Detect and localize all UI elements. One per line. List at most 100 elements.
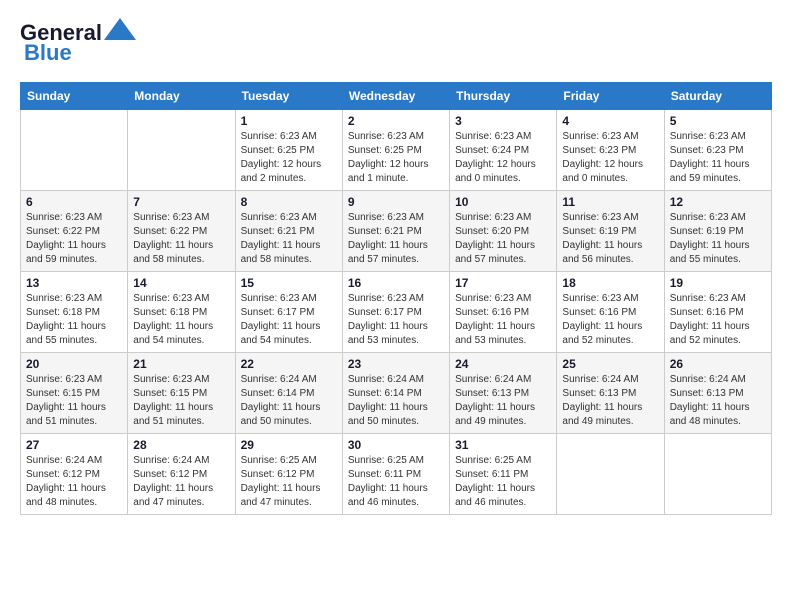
day-number: 5 xyxy=(670,114,766,128)
calendar-cell: 26Sunrise: 6:24 AM Sunset: 6:13 PM Dayli… xyxy=(664,353,771,434)
calendar-cell: 6 Sunrise: 6:23 AM Sunset: 6:22 PM Daylig… xyxy=(21,191,128,272)
day-info: Sunrise: 6:25 AM Sunset: 6:12 PM Dayligh… xyxy=(241,454,337,510)
day-number: 1 xyxy=(241,114,337,128)
logo-blue: Blue xyxy=(24,40,72,66)
day-info: Sunrise: 6:23 AM Sunset: 6:23 PM Dayligh… xyxy=(670,130,766,186)
day-info: Sunrise: 6:23 AM Sunset: 6:15 PM Dayligh… xyxy=(26,373,122,429)
weekday-header: Wednesday xyxy=(342,83,449,110)
day-number: 23 xyxy=(348,357,444,371)
day-info: Sunrise: 6:23 AM Sunset: 6:25 PM Dayligh… xyxy=(241,130,337,186)
calendar-cell: 23 Sunrise: 6:24 AM Sunset: 6:14 PM Dayli… xyxy=(342,353,449,434)
calendar-table: SundayMondayTuesdayWednesdayThursdayFrid… xyxy=(20,82,772,515)
day-number: 8 xyxy=(241,195,337,209)
calendar-cell: 1 Sunrise: 6:23 AM Sunset: 6:25 PM Daylig… xyxy=(235,110,342,191)
day-info: Sunrise: 6:23 AM Sunset: 6:23 PM Dayligh… xyxy=(562,130,658,186)
calendar-week-row: 13 Sunrise: 6:23 AM Sunset: 6:18 PM Dayli… xyxy=(21,272,772,353)
calendar-cell: 21 Sunrise: 6:23 AM Sunset: 6:15 PM Dayli… xyxy=(128,353,235,434)
calendar-cell: 14 Sunrise: 6:23 AM Sunset: 6:18 PM Dayli… xyxy=(128,272,235,353)
day-info: Sunrise: 6:23 AM Sunset: 6:22 PM Dayligh… xyxy=(26,211,122,267)
day-number: 18 xyxy=(562,276,658,290)
calendar-cell: 10 Sunrise: 6:23 AM Sunset: 6:20 PM Dayli… xyxy=(450,191,557,272)
day-number: 24 xyxy=(455,357,551,371)
day-info: Sunrise: 6:23 AM Sunset: 6:16 PM Dayligh… xyxy=(455,292,551,348)
day-number: 15 xyxy=(241,276,337,290)
day-number: 25 xyxy=(562,357,658,371)
calendar-cell: 25Sunrise: 6:24 AM Sunset: 6:13 PM Dayli… xyxy=(557,353,664,434)
day-number: 22 xyxy=(241,357,337,371)
day-info: Sunrise: 6:23 AM Sunset: 6:19 PM Dayligh… xyxy=(670,211,766,267)
calendar-cell: 22 Sunrise: 6:24 AM Sunset: 6:14 PM Dayli… xyxy=(235,353,342,434)
calendar-cell: 16 Sunrise: 6:23 AM Sunset: 6:17 PM Dayli… xyxy=(342,272,449,353)
day-number: 28 xyxy=(133,438,229,452)
calendar-cell: 18 Sunrise: 6:23 AM Sunset: 6:16 PM Dayli… xyxy=(557,272,664,353)
day-info: Sunrise: 6:25 AM Sunset: 6:11 PM Dayligh… xyxy=(455,454,551,510)
weekday-header: Thursday xyxy=(450,83,557,110)
day-number: 11 xyxy=(562,195,658,209)
day-number: 6 xyxy=(26,195,122,209)
calendar-week-row: 27 Sunrise: 6:24 AM Sunset: 6:12 PM Dayli… xyxy=(21,434,772,515)
calendar-cell: 17 Sunrise: 6:23 AM Sunset: 6:16 PM Dayli… xyxy=(450,272,557,353)
day-number: 31 xyxy=(455,438,551,452)
day-info: Sunrise: 6:24 AM Sunset: 6:14 PM Dayligh… xyxy=(348,373,444,429)
day-number: 2 xyxy=(348,114,444,128)
day-info: Sunrise: 6:24 AM Sunset: 6:12 PM Dayligh… xyxy=(133,454,229,510)
day-number: 14 xyxy=(133,276,229,290)
calendar-cell: 8Sunrise: 6:23 AM Sunset: 6:21 PM Daylig… xyxy=(235,191,342,272)
day-number: 12 xyxy=(670,195,766,209)
logo-icon xyxy=(104,18,136,40)
calendar-cell: 30Sunrise: 6:25 AM Sunset: 6:11 PM Dayli… xyxy=(342,434,449,515)
calendar-cell: 2 Sunrise: 6:23 AM Sunset: 6:25 PM Daylig… xyxy=(342,110,449,191)
day-info: Sunrise: 6:23 AM Sunset: 6:25 PM Dayligh… xyxy=(348,130,444,186)
calendar-week-row: 1 Sunrise: 6:23 AM Sunset: 6:25 PM Daylig… xyxy=(21,110,772,191)
calendar-cell xyxy=(128,110,235,191)
calendar-cell: 12 Sunrise: 6:23 AM Sunset: 6:19 PM Dayli… xyxy=(664,191,771,272)
day-info: Sunrise: 6:23 AM Sunset: 6:24 PM Dayligh… xyxy=(455,130,551,186)
calendar-cell: 11Sunrise: 6:23 AM Sunset: 6:19 PM Dayli… xyxy=(557,191,664,272)
calendar-cell: 3 Sunrise: 6:23 AM Sunset: 6:24 PM Daylig… xyxy=(450,110,557,191)
day-info: Sunrise: 6:24 AM Sunset: 6:12 PM Dayligh… xyxy=(26,454,122,510)
calendar-week-row: 20 Sunrise: 6:23 AM Sunset: 6:15 PM Dayli… xyxy=(21,353,772,434)
weekday-header: Saturday xyxy=(664,83,771,110)
day-number: 17 xyxy=(455,276,551,290)
day-number: 27 xyxy=(26,438,122,452)
calendar-cell: 5 Sunrise: 6:23 AM Sunset: 6:23 PM Daylig… xyxy=(664,110,771,191)
day-info: Sunrise: 6:23 AM Sunset: 6:16 PM Dayligh… xyxy=(670,292,766,348)
calendar-cell: 15 Sunrise: 6:23 AM Sunset: 6:17 PM Dayli… xyxy=(235,272,342,353)
day-info: Sunrise: 6:24 AM Sunset: 6:14 PM Dayligh… xyxy=(241,373,337,429)
day-number: 3 xyxy=(455,114,551,128)
weekday-header: Tuesday xyxy=(235,83,342,110)
day-number: 10 xyxy=(455,195,551,209)
day-info: Sunrise: 6:24 AM Sunset: 6:13 PM Dayligh… xyxy=(455,373,551,429)
calendar-cell: 31 Sunrise: 6:25 AM Sunset: 6:11 PM Dayli… xyxy=(450,434,557,515)
day-info: Sunrise: 6:23 AM Sunset: 6:22 PM Dayligh… xyxy=(133,211,229,267)
day-info: Sunrise: 6:23 AM Sunset: 6:20 PM Dayligh… xyxy=(455,211,551,267)
day-info: Sunrise: 6:23 AM Sunset: 6:17 PM Dayligh… xyxy=(348,292,444,348)
day-info: Sunrise: 6:23 AM Sunset: 6:21 PM Dayligh… xyxy=(348,211,444,267)
calendar-cell: 24 Sunrise: 6:24 AM Sunset: 6:13 PM Dayli… xyxy=(450,353,557,434)
day-number: 7 xyxy=(133,195,229,209)
day-number: 16 xyxy=(348,276,444,290)
day-info: Sunrise: 6:23 AM Sunset: 6:16 PM Dayligh… xyxy=(562,292,658,348)
day-info: Sunrise: 6:23 AM Sunset: 6:18 PM Dayligh… xyxy=(133,292,229,348)
day-info: Sunrise: 6:23 AM Sunset: 6:17 PM Dayligh… xyxy=(241,292,337,348)
day-info: Sunrise: 6:24 AM Sunset: 6:13 PM Dayligh… xyxy=(670,373,766,429)
day-info: Sunrise: 6:25 AM Sunset: 6:11 PM Dayligh… xyxy=(348,454,444,510)
calendar-cell: 7 Sunrise: 6:23 AM Sunset: 6:22 PM Daylig… xyxy=(128,191,235,272)
calendar-cell: 29 Sunrise: 6:25 AM Sunset: 6:12 PM Dayli… xyxy=(235,434,342,515)
day-number: 21 xyxy=(133,357,229,371)
day-number: 20 xyxy=(26,357,122,371)
day-number: 4 xyxy=(562,114,658,128)
page-header: General Blue xyxy=(20,20,772,66)
calendar-cell xyxy=(664,434,771,515)
day-number: 29 xyxy=(241,438,337,452)
calendar-cell: 19 Sunrise: 6:23 AM Sunset: 6:16 PM Dayli… xyxy=(664,272,771,353)
calendar-cell: 9Sunrise: 6:23 AM Sunset: 6:21 PM Daylig… xyxy=(342,191,449,272)
weekday-header-row: SundayMondayTuesdayWednesdayThursdayFrid… xyxy=(21,83,772,110)
day-info: Sunrise: 6:23 AM Sunset: 6:15 PM Dayligh… xyxy=(133,373,229,429)
weekday-header: Sunday xyxy=(21,83,128,110)
calendar-cell: 13Sunrise: 6:23 AM Sunset: 6:18 PM Dayli… xyxy=(21,272,128,353)
day-number: 19 xyxy=(670,276,766,290)
weekday-header: Monday xyxy=(128,83,235,110)
day-number: 13 xyxy=(26,276,122,290)
calendar-cell: 20 Sunrise: 6:23 AM Sunset: 6:15 PM Dayli… xyxy=(21,353,128,434)
